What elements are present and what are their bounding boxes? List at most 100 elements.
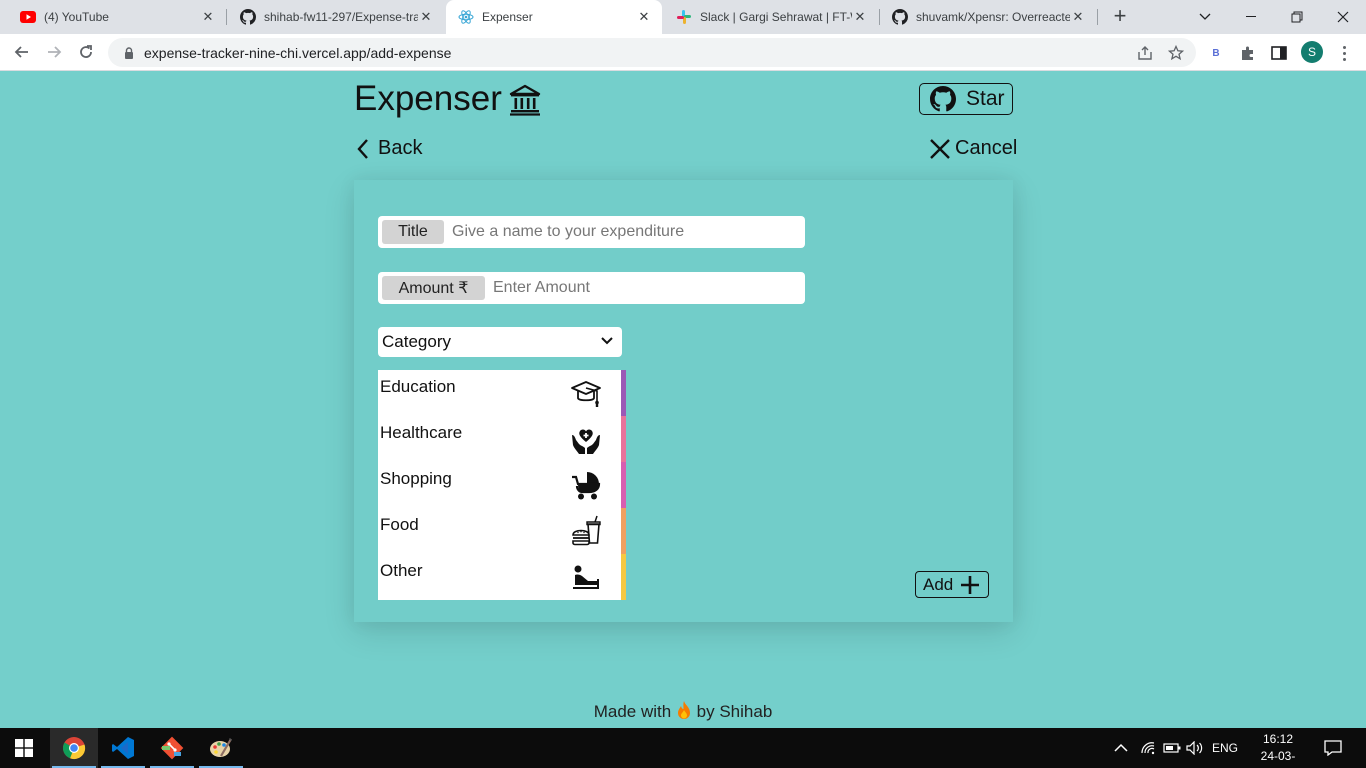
windows-taskbar: ENG 16:12 24-03-2022 <box>0 728 1366 768</box>
category-item-shopping[interactable]: Shopping <box>378 462 626 508</box>
star-label: Star <box>966 87 1005 110</box>
amount-field[interactable]: Amount ₹ <box>378 272 805 304</box>
close-icon[interactable]: ✕ <box>1070 9 1086 25</box>
category-dropdown[interactable]: Category <box>378 327 622 357</box>
chevron-left-icon <box>356 138 370 160</box>
share-icon[interactable] <box>1134 42 1156 64</box>
start-button[interactable] <box>0 728 48 768</box>
add-label: Add <box>923 574 954 594</box>
github-star-button[interactable]: Star <box>919 83 1013 115</box>
taskbar-vscode[interactable] <box>99 728 147 768</box>
title-input[interactable] <box>452 223 801 241</box>
extension-b-button[interactable]: B <box>1204 41 1228 65</box>
clock-time: 16:12 <box>1262 732 1294 746</box>
chevron-down-icon <box>600 334 614 348</box>
react-icon <box>458 9 474 25</box>
title-field[interactable]: Title <box>378 216 805 248</box>
tab-title: Slack | Gargi Sehrawat | FT-WEB <box>700 10 852 24</box>
new-tab-button[interactable]: + <box>1108 5 1132 29</box>
taskbar-paint[interactable] <box>197 728 245 768</box>
tab-title: Expenser <box>482 10 533 24</box>
category-color-stripe <box>621 370 626 416</box>
tab-github-expense-tracker[interactable]: shihab-fw11-297/Expense-tracker ✕ <box>228 0 444 34</box>
category-item-healthcare[interactable]: Healthcare <box>378 416 626 462</box>
plus-icon <box>959 574 981 596</box>
address-bar[interactable]: expense-tracker-nine-chi.vercel.app/add-… <box>108 38 1196 67</box>
tab-title: (4) YouTube <box>44 10 109 24</box>
footer: Made with by Shihab <box>0 701 1366 725</box>
category-item-other[interactable]: Other <box>378 554 626 600</box>
tray-overflow-button[interactable] <box>1114 728 1128 768</box>
close-icon[interactable]: ✕ <box>418 9 434 25</box>
network-icon[interactable] <box>1140 728 1156 768</box>
side-panel-icon[interactable] <box>1267 41 1291 65</box>
close-icon[interactable]: ✕ <box>200 9 216 25</box>
category-color-stripe <box>621 462 626 508</box>
reload-icon <box>80 45 92 58</box>
volume-icon[interactable] <box>1186 728 1204 768</box>
close-window-button[interactable] <box>1320 0 1366 34</box>
tab-search-button[interactable] <box>1182 0 1228 34</box>
fire-icon <box>676 701 692 725</box>
back-nav-button[interactable] <box>9 39 35 65</box>
taskbar-git[interactable] <box>148 728 196 768</box>
browser-toolbar: expense-tracker-nine-chi.vercel.app/add-… <box>0 34 1366 71</box>
reload-button[interactable] <box>73 39 99 65</box>
back-label: Back <box>378 137 423 159</box>
cancel-button[interactable]: Cancel <box>929 137 1017 160</box>
battery-icon[interactable] <box>1163 728 1181 768</box>
slack-icon <box>676 9 692 25</box>
language-indicator[interactable]: ENG <box>1212 728 1238 768</box>
category-item-education[interactable]: Education <box>378 370 626 416</box>
minimize-button[interactable] <box>1228 0 1274 34</box>
amount-label: Amount ₹ <box>382 276 485 300</box>
tab-expenser[interactable]: Expenser ✕ <box>446 0 662 34</box>
youtube-icon <box>20 9 36 25</box>
app-brand[interactable]: Expenser <box>354 79 542 119</box>
taskbar-chrome[interactable] <box>50 728 98 768</box>
category-item-food[interactable]: Food <box>378 508 626 554</box>
taskbar-clock[interactable]: 16:12 24-03-2022 <box>1250 731 1306 768</box>
tab-youtube[interactable]: (4) YouTube ✕ <box>8 0 226 34</box>
tab-title: shuvamk/Xpensr: Overreacted <box>916 10 1070 24</box>
notification-center-button[interactable] <box>1324 728 1342 768</box>
chevron-down-icon <box>1199 13 1211 20</box>
github-icon <box>240 9 256 25</box>
profile-avatar[interactable]: S <box>1301 41 1323 63</box>
clock-date: 24-03-2022 <box>1260 749 1296 768</box>
forward-nav-button[interactable] <box>41 39 67 65</box>
github-icon <box>930 86 956 112</box>
add-expense-form: Title Amount ₹ Category Education Health… <box>354 180 1013 622</box>
arrow-right-icon <box>48 46 62 58</box>
minimize-icon <box>1246 16 1256 17</box>
baby-stroller-icon <box>568 467 604 503</box>
arrow-left-icon <box>14 46 28 58</box>
amount-input[interactable] <box>493 279 801 297</box>
close-icon <box>929 138 951 160</box>
close-icon[interactable]: ✕ <box>636 9 652 25</box>
extensions-puzzle-icon[interactable] <box>1236 41 1260 65</box>
bank-icon <box>508 82 542 116</box>
category-label: Category <box>382 332 451 351</box>
windows-icon <box>15 739 33 757</box>
back-button[interactable]: Back <box>356 137 422 160</box>
fast-food-icon <box>568 513 604 549</box>
chevron-up-icon <box>1114 743 1128 752</box>
close-icon[interactable]: ✕ <box>852 9 868 25</box>
git-icon <box>160 736 184 760</box>
browser-menu-button[interactable] <box>1334 41 1354 65</box>
restore-button[interactable] <box>1274 0 1320 34</box>
footer-prefix: Made with <box>593 702 672 721</box>
tab-separator <box>226 9 227 25</box>
bookmark-star-icon[interactable] <box>1165 42 1187 64</box>
restore-icon <box>1291 11 1303 23</box>
notification-icon <box>1324 740 1342 756</box>
chrome-icon <box>62 737 86 760</box>
add-expense-button[interactable]: Add <box>915 571 989 598</box>
brand-title: Expenser <box>354 79 502 118</box>
title-label: Title <box>382 220 444 244</box>
tab-github-xpensr[interactable]: shuvamk/Xpensr: Overreacted ✕ <box>880 0 1096 34</box>
graduation-cap-icon <box>568 375 604 411</box>
category-list: Education Healthcare Shopping Food Other <box>378 370 626 600</box>
tab-slack[interactable]: Slack | Gargi Sehrawat | FT-WEB ✕ <box>664 0 878 34</box>
